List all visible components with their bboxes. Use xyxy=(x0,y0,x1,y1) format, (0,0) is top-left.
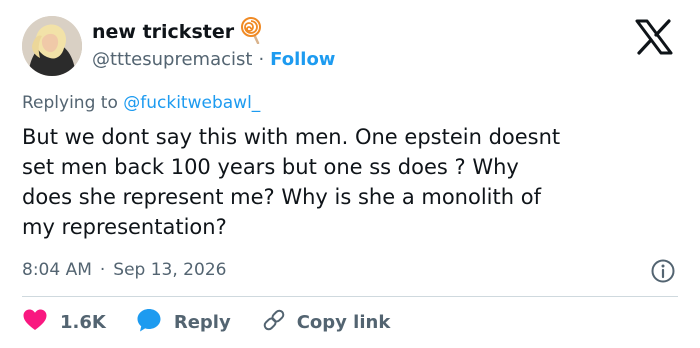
like-button[interactable]: 1.6K xyxy=(22,308,106,336)
timestamp-row: 8:04 AM · Sep 13, 2026 xyxy=(22,257,226,283)
separator: · xyxy=(258,48,265,70)
lollipop-icon xyxy=(240,16,264,48)
info-icon[interactable] xyxy=(650,258,676,284)
copy-link-button[interactable]: Copy link xyxy=(261,307,391,337)
tweet-date[interactable]: Sep 13, 2026 xyxy=(113,260,226,280)
follow-button[interactable]: Follow xyxy=(270,49,335,70)
action-bar: 1.6K Reply Copy link xyxy=(22,307,390,337)
tweet-text: But we dont say this with men. One epste… xyxy=(22,125,561,239)
separator: · xyxy=(99,260,106,280)
tweet-time[interactable]: 8:04 AM xyxy=(22,260,92,280)
handle-row: @tttesupremacist · Follow xyxy=(92,47,335,71)
avatar[interactable] xyxy=(22,16,82,76)
display-name[interactable]: new trickster xyxy=(92,21,234,43)
reply-button[interactable]: Reply xyxy=(136,307,231,337)
reply-context-prefix: Replying to xyxy=(22,93,118,113)
link-icon xyxy=(261,307,287,337)
like-count: 1.6K xyxy=(60,311,106,333)
reply-bubble-icon xyxy=(136,307,162,337)
divider xyxy=(22,296,678,297)
heart-icon xyxy=(22,308,48,336)
reply-context: Replying to @fuckitwebawl_ xyxy=(22,93,260,113)
handle[interactable]: @tttesupremacist xyxy=(92,49,252,70)
x-logo-icon[interactable] xyxy=(634,19,674,55)
copy-link-label: Copy link xyxy=(296,311,391,333)
reply-mention-link[interactable]: @fuckitwebawl_ xyxy=(123,93,260,113)
avatar-photo xyxy=(22,16,82,76)
author-name-row: new trickster xyxy=(92,16,264,48)
tweet-card: new trickster @tttesupremacist · Follow … xyxy=(0,0,700,348)
reply-label: Reply xyxy=(173,311,231,333)
